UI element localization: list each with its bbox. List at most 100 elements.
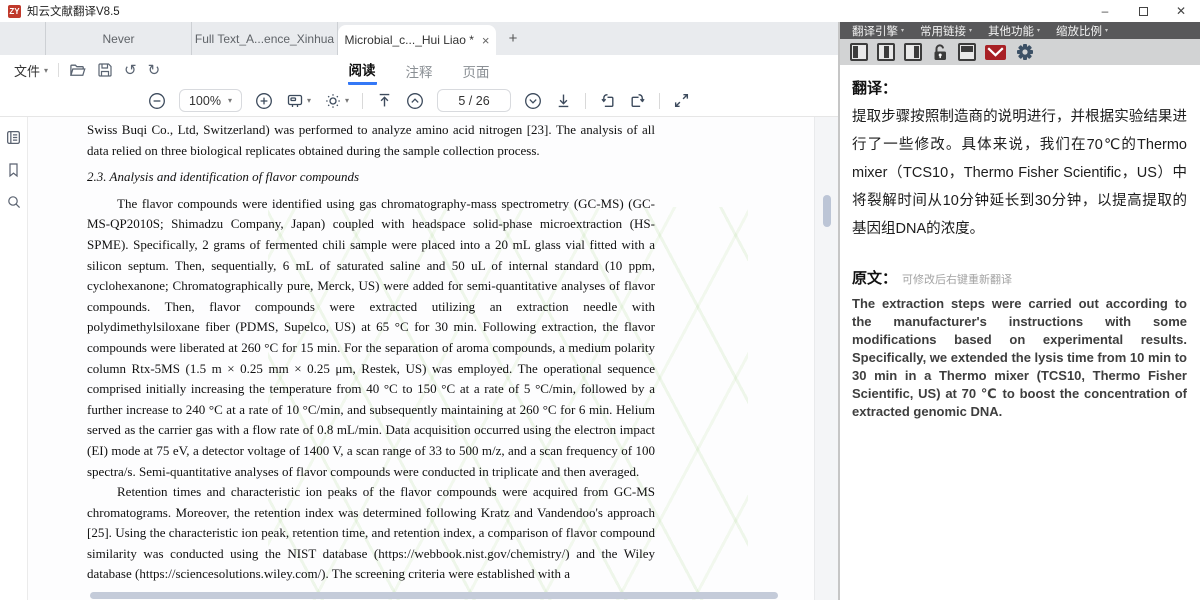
pdf-text-column: Swiss Buqi Co., Ltd, Switzerland) was pe… xyxy=(87,120,655,585)
tab-read[interactable]: 阅读 xyxy=(348,55,377,85)
maximize-icon xyxy=(1139,7,1148,16)
chevron-down-icon: ▾ xyxy=(901,27,904,34)
chevron-down-circle-icon xyxy=(524,92,542,110)
pdf-viewer[interactable]: Swiss Buqi Co., Ltd, Switzerland) was pe… xyxy=(28,117,838,600)
app-title: 知云文献翻译V8.5 xyxy=(27,3,120,19)
translation-panel: 翻译引擎 ▾ 常用链接 ▾ 其他功能 ▾ 缩放比例 ▾ xyxy=(840,22,1200,600)
page-display-mode-button[interactable]: ▾ xyxy=(286,92,311,110)
menu-other-functions[interactable]: 其他功能 ▾ xyxy=(988,23,1040,39)
tab-annotate[interactable]: 注释 xyxy=(405,57,434,84)
chevron-down-icon: ▾ xyxy=(969,27,972,34)
tab-bar-spacer xyxy=(0,22,46,55)
rotate-page-right-button[interactable] xyxy=(629,92,646,109)
circle-plus-icon xyxy=(255,92,273,110)
brightness-sun-icon xyxy=(324,92,342,110)
redo-button[interactable]: ↻ xyxy=(148,63,161,78)
chevron-down-icon: ▾ xyxy=(228,96,232,105)
search-panel-button[interactable] xyxy=(6,194,22,210)
menu-translate-engine[interactable]: 翻译引擎 ▾ xyxy=(852,23,904,39)
window-controls: – ✕ xyxy=(1086,0,1200,22)
zoom-out-button[interactable] xyxy=(148,92,166,110)
bookmarks-panel-button[interactable] xyxy=(6,162,21,178)
translation-menu-bar: 翻译引擎 ▾ 常用链接 ▾ 其他功能 ▾ 缩放比例 ▾ xyxy=(840,22,1200,39)
previous-page-button[interactable] xyxy=(406,92,424,110)
maximize-button[interactable] xyxy=(1124,0,1162,22)
go-to-top-button[interactable] xyxy=(376,92,393,109)
fullscreen-button[interactable] xyxy=(673,92,690,109)
vertical-scrollbar[interactable] xyxy=(814,117,838,600)
next-page-button[interactable] xyxy=(524,92,542,110)
horizontal-scrollbar-thumb[interactable] xyxy=(90,592,778,599)
go-to-bottom-button[interactable] xyxy=(555,92,572,109)
unlock-icon xyxy=(931,43,949,62)
document-tab-bar: Never Full Text_A...ence_Xinhua Microbia… xyxy=(0,22,838,55)
settings-button[interactable] xyxy=(1015,42,1035,62)
zoom-level-select[interactable]: 100% ▾ xyxy=(179,89,242,112)
file-menu[interactable]: 文件 ▾ xyxy=(14,61,48,80)
menu-zoom-ratio[interactable]: 缩放比例 ▾ xyxy=(1056,23,1108,39)
circle-minus-icon xyxy=(148,92,166,110)
folder-open-icon xyxy=(69,62,86,79)
layout-horizontal-icon xyxy=(961,46,973,52)
translation-text[interactable]: 提取步骤按照制造商的说明进行，并根据实验结果进行了一些修改。具体来说，我们在70… xyxy=(852,103,1187,243)
tab-never[interactable]: Never xyxy=(46,22,192,55)
search-icon xyxy=(6,194,22,210)
menu-label: 缩放比例 xyxy=(1056,23,1102,39)
tab-fulltext-document[interactable]: Full Text_A...ence_Xinhua xyxy=(192,22,338,55)
translation-toolbar xyxy=(840,39,1200,65)
expand-diagonal-icon xyxy=(673,92,690,109)
original-text[interactable]: The extraction steps were carried out ac… xyxy=(852,295,1187,421)
open-file-button[interactable] xyxy=(69,62,86,79)
menu-row: 文件 ▾ ↺ ↻ xyxy=(0,55,838,85)
undo-button[interactable]: ↺ xyxy=(124,63,137,78)
chevron-down-icon: ▾ xyxy=(307,96,311,105)
translation-content: 翻译： 提取步骤按照制造商的说明进行，并根据实验结果进行了一些修改。具体来说，我… xyxy=(840,65,1200,421)
page-number-value: 5 / 26 xyxy=(458,94,489,108)
tab-label: Never xyxy=(102,32,134,46)
close-tab-icon[interactable]: × xyxy=(482,33,490,48)
brightness-button[interactable]: ▾ xyxy=(324,92,349,110)
menu-label: 翻译引擎 xyxy=(852,23,898,39)
layout-right-pane-button[interactable] xyxy=(904,43,922,61)
rotate-right-icon xyxy=(629,92,646,109)
zoom-level-value: 100% xyxy=(189,94,221,108)
layout-split-pane-button[interactable] xyxy=(877,43,895,61)
menu-common-links[interactable]: 常用链接 ▾ xyxy=(920,23,972,39)
rotate-page-left-button[interactable] xyxy=(599,92,616,109)
new-tab-button[interactable]: + xyxy=(496,22,530,55)
close-button[interactable]: ✕ xyxy=(1162,0,1200,22)
reader-panel: Never Full Text_A...ence_Xinhua Microbia… xyxy=(0,22,838,600)
pdf-toolbar: 100% ▾ ▾ ▾ xyxy=(0,85,838,117)
tab-pages[interactable]: 页面 xyxy=(462,57,491,84)
translation-heading: 翻译： xyxy=(852,77,1187,98)
thumbnails-panel-button[interactable] xyxy=(5,129,22,146)
minimize-button[interactable]: – xyxy=(1086,0,1124,22)
document-paragraph: 2.3. Analysis and identification of flav… xyxy=(87,167,655,188)
chevron-down-icon: ▾ xyxy=(1105,27,1108,34)
layout-horizontal-pane-button[interactable] xyxy=(958,43,976,61)
document-paragraph: Retention times and characteristic ion p… xyxy=(87,482,655,585)
save-icon xyxy=(97,62,113,78)
save-button[interactable] xyxy=(97,62,113,78)
tab-label: Full Text_A...ence_Xinhua xyxy=(195,32,334,46)
display-mode-icon xyxy=(286,92,304,110)
file-menu-label: 文件 xyxy=(14,61,40,80)
tab-microbial-document-active[interactable]: Microbial_c..._Hui Liao * × xyxy=(338,25,496,55)
chevron-down-icon: ▾ xyxy=(345,96,349,105)
outline-panel-icon xyxy=(5,129,22,146)
document-paragraph: The flavor compounds were identified usi… xyxy=(87,194,655,482)
original-heading: 原文： xyxy=(852,267,897,288)
toolbar-separator xyxy=(659,93,660,109)
layout-split-icon xyxy=(884,46,889,58)
chevron-up-circle-icon xyxy=(406,92,424,110)
bookmark-icon xyxy=(6,162,21,178)
menu-label: 其他功能 xyxy=(988,23,1034,39)
zoom-in-button[interactable] xyxy=(255,92,273,110)
lock-panel-button[interactable] xyxy=(931,43,949,62)
menu-label: 常用链接 xyxy=(920,23,966,39)
layout-left-pane-button[interactable] xyxy=(850,43,868,61)
feedback-mail-button[interactable] xyxy=(985,45,1006,60)
chevron-down-icon: ▾ xyxy=(1037,27,1040,34)
page-number-input[interactable]: 5 / 26 xyxy=(437,89,511,112)
vertical-scrollbar-thumb[interactable] xyxy=(823,195,831,227)
